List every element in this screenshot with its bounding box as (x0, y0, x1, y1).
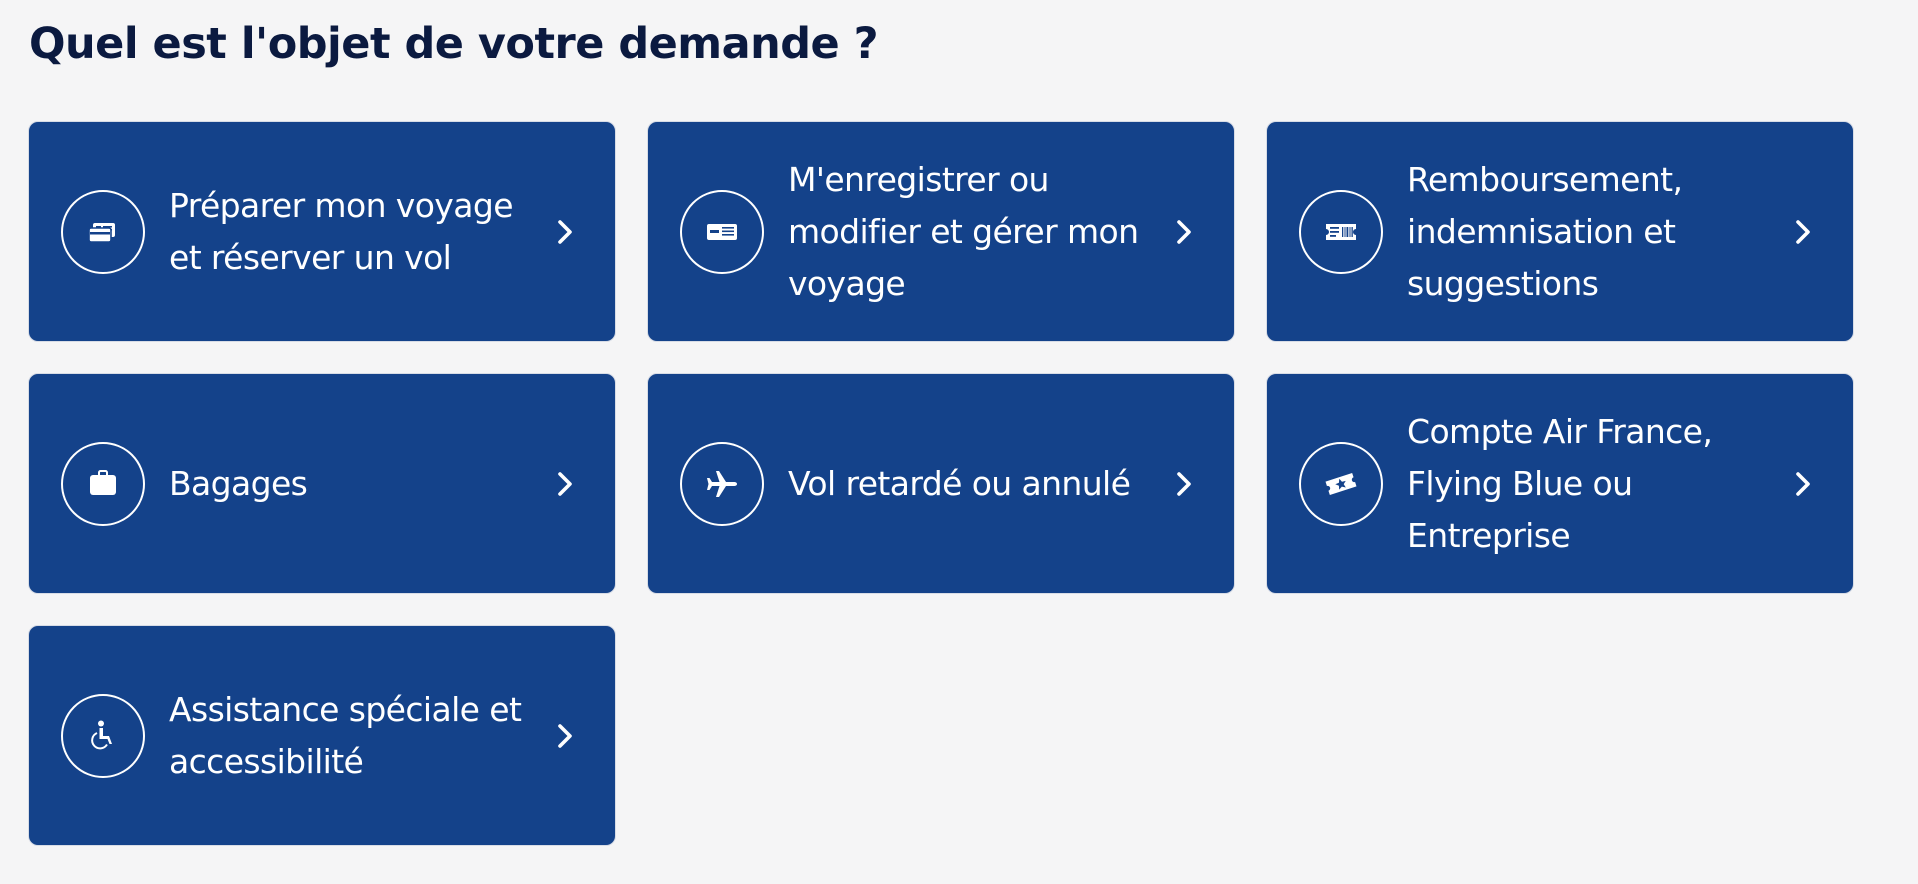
chevron-right-icon (549, 720, 581, 752)
chevron-right-icon (1168, 468, 1200, 500)
topic-card-label: Remboursement, indemnisation et suggesti… (1407, 159, 1683, 303)
airplane-icon (680, 441, 764, 526)
topic-card-label: Assistance spéciale et accessibilité (169, 689, 522, 781)
chevron-right-icon (1168, 216, 1200, 248)
boarding-pass-icon (680, 189, 764, 274)
chevron-right-icon (1787, 468, 1819, 500)
ticket-icon (1299, 189, 1383, 274)
suitcase-icon (61, 441, 145, 526)
topic-card-checkin-manage[interactable]: M'enregistrer ou modifier et gérer mon v… (647, 121, 1235, 342)
topic-card-label: Bagages (169, 463, 308, 503)
topic-card-account[interactable]: Compte Air France, Flying Blue ou Entrep… (1266, 373, 1854, 594)
topic-card-baggage[interactable]: Bagages (28, 373, 616, 594)
topic-card-label: Compte Air France, Flying Blue ou Entrep… (1407, 411, 1713, 555)
topic-card-label: M'enregistrer ou modifier et gérer mon v… (788, 159, 1139, 303)
page-title: Quel est l'objet de votre demande ? (29, 19, 879, 69)
credit-card-icon (61, 189, 145, 274)
request-topic-grid: Préparer mon voyage et réserver un vol M… (28, 121, 1854, 846)
topic-card-prepare-trip[interactable]: Préparer mon voyage et réserver un vol (28, 121, 616, 342)
topic-card-label: Vol retardé ou annulé (788, 463, 1131, 503)
loyalty-card-icon (1299, 441, 1383, 526)
chevron-right-icon (549, 216, 581, 248)
wheelchair-icon (61, 693, 145, 778)
topic-card-refund[interactable]: Remboursement, indemnisation et suggesti… (1266, 121, 1854, 342)
topic-card-accessibility[interactable]: Assistance spéciale et accessibilité (28, 625, 616, 846)
chevron-right-icon (1787, 216, 1819, 248)
topic-card-delayed-cancelled[interactable]: Vol retardé ou annulé (647, 373, 1235, 594)
topic-card-label: Préparer mon voyage et réserver un vol (169, 185, 514, 277)
chevron-right-icon (549, 468, 581, 500)
